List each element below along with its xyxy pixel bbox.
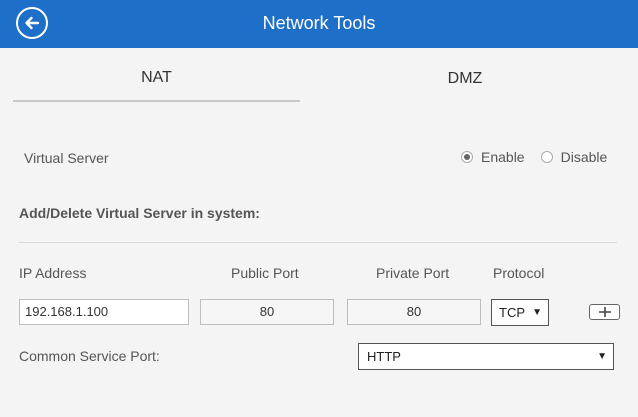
enable-label: Enable <box>481 149 525 165</box>
page-title: Network Tools <box>262 13 376 33</box>
disable-label: Disable <box>560 149 608 165</box>
ip-address-input[interactable]: 192.168.1.100 <box>19 299 189 325</box>
common-service-label: Common Service Port: <box>19 348 160 364</box>
virtual-server-radio-group: Enable Disable <box>461 149 607 165</box>
col-head-private-port: Private Port <box>376 265 450 281</box>
enable-radio[interactable] <box>461 151 473 163</box>
chevron-down-icon: ▼ <box>532 307 542 318</box>
common-service-value: HTTP <box>367 349 401 364</box>
virtual-server-label: Virtual Server <box>24 150 109 166</box>
divider <box>19 242 617 243</box>
add-entry-button[interactable] <box>589 304 620 320</box>
plus-icon <box>598 307 611 317</box>
col-head-protocol: Protocol <box>493 265 545 281</box>
section-title: Add/Delete Virtual Server in system: <box>19 205 260 221</box>
tab-dmz[interactable]: DMZ <box>320 56 610 102</box>
chevron-down-icon: ▼ <box>597 351 607 362</box>
app-header: Network Tools <box>0 0 638 48</box>
public-port-input[interactable]: 80 <box>200 299 334 325</box>
col-head-public-port: Public Port <box>231 265 299 281</box>
col-head-ip: IP Address <box>19 265 87 281</box>
private-port-input[interactable]: 80 <box>347 299 481 325</box>
protocol-select[interactable]: TCP ▼ <box>491 299 549 326</box>
disable-radio[interactable] <box>540 151 553 163</box>
protocol-value: TCP <box>499 305 525 320</box>
common-service-select[interactable]: HTTP ▼ <box>358 343 614 370</box>
tab-nat[interactable]: NAT <box>13 56 300 102</box>
